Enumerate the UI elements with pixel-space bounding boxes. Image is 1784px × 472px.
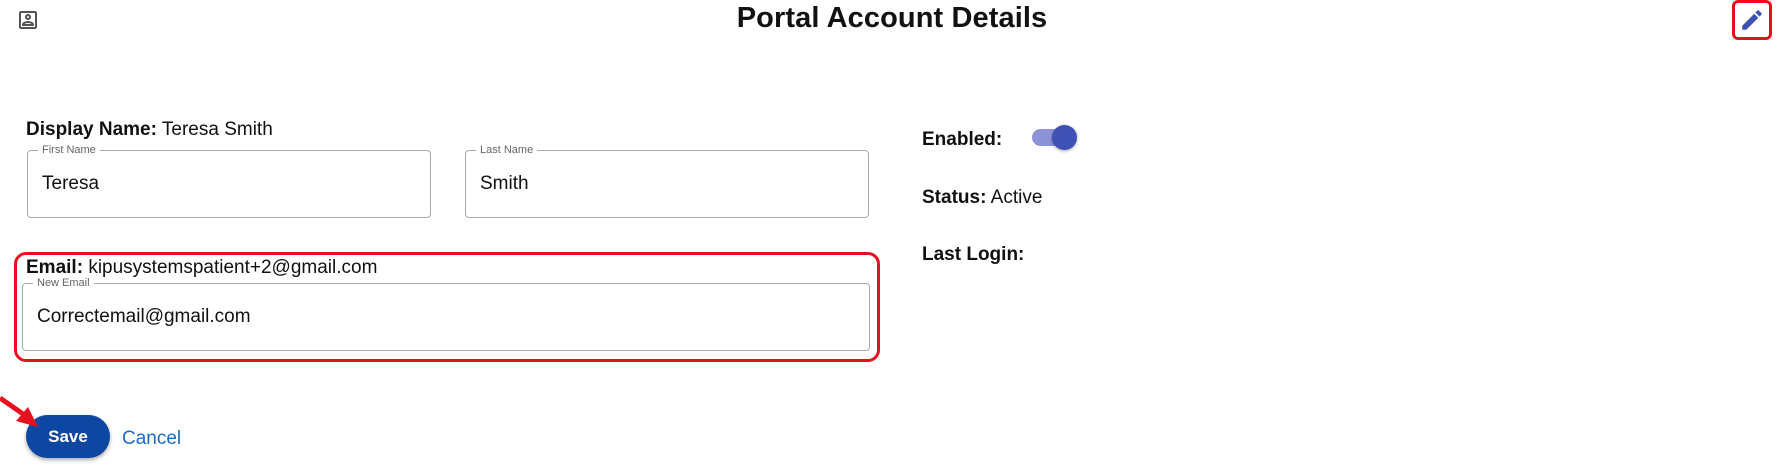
display-name: Display Name: Teresa Smith — [26, 119, 273, 141]
last-name-legend: Last Name — [476, 143, 538, 157]
first-name-legend: First Name — [38, 143, 100, 157]
email-label: Email: — [26, 257, 84, 278]
last-login-label: Last Login: — [922, 244, 1025, 265]
new-email-legend: New Email — [33, 276, 94, 290]
email-value: kipusystemspatient+2@gmail.com — [88, 257, 378, 278]
enabled-toggle[interactable] — [1030, 124, 1077, 150]
edit-button[interactable] — [1732, 0, 1772, 40]
pointer-arrow-icon — [0, 395, 38, 427]
cancel-button[interactable]: Cancel — [122, 428, 181, 450]
status-line: Status: Active — [922, 187, 1042, 209]
toggle-thumb — [1052, 125, 1077, 150]
page-title: Portal Account Details — [736, 2, 1048, 34]
display-name-label: Display Name: — [26, 119, 157, 140]
last-login: Last Login: — [922, 244, 1024, 266]
new-email-value[interactable]: Correctemail@gmail.com — [37, 306, 714, 328]
status-label: Status: — [922, 187, 987, 208]
status-value: Active — [990, 187, 1043, 208]
first-name-value[interactable]: Teresa — [42, 173, 364, 195]
display-name-value: Teresa Smith — [161, 119, 273, 140]
last-name-field[interactable]: Last Name Smith — [465, 143, 869, 218]
new-email-field[interactable]: New Email Correctemail@gmail.com — [22, 276, 870, 351]
last-name-value[interactable]: Smith — [480, 173, 802, 195]
pencil-icon — [1742, 10, 1762, 30]
enabled-label: Enabled: — [922, 129, 1003, 150]
first-name-field[interactable]: First Name Teresa — [27, 143, 431, 218]
